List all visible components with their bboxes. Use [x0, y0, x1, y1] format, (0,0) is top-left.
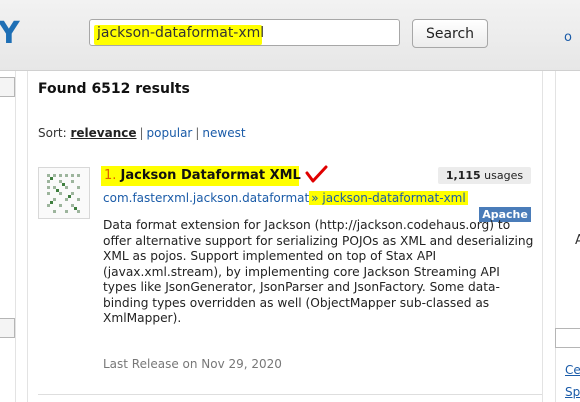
- artifact-highlight: » jackson-dataformat-xml: [309, 191, 468, 205]
- result-index: 1.: [104, 168, 117, 183]
- left-sidebar-box-top[interactable]: [0, 77, 15, 97]
- left-sidebar: [0, 71, 16, 402]
- right-sidebar-link[interactable]: Cen: [565, 363, 580, 377]
- header-right-fragment[interactable]: o: [564, 30, 572, 45]
- results-count: Found 6512 results: [38, 81, 190, 97]
- sort-separator: |: [139, 126, 144, 140]
- sort-bar: Sort: relevance | popular | newest: [38, 126, 246, 140]
- artifact-coordinates: com.fasterxml.jackson.dataformat» jackso…: [103, 191, 468, 205]
- usages-badge: 1,115 usages: [438, 167, 531, 184]
- sort-newest-link[interactable]: newest: [202, 126, 245, 140]
- artifact-logo-icon[interactable]: [38, 167, 90, 219]
- usages-count: 1,115: [445, 169, 481, 182]
- artifact-id-link[interactable]: jackson-dataformat-xml: [322, 191, 465, 205]
- site-logo[interactable]: Y: [0, 16, 20, 51]
- result-title[interactable]: 1. Jackson Dataformat XML: [104, 168, 301, 183]
- header-bar: Y Search o: [0, 0, 580, 71]
- right-column-divider: [542, 71, 543, 402]
- group-id-link[interactable]: com.fasterxml.jackson.dataformat: [103, 191, 309, 205]
- last-release-text: Last Release on Nov 29, 2020: [103, 357, 282, 371]
- column-divider: [27, 71, 28, 402]
- result-description: Data format extension for Jackson (http:…: [103, 218, 534, 325]
- result-divider: [38, 394, 542, 395]
- right-sidebar-input[interactable]: [555, 328, 580, 348]
- left-sidebar-box-bottom[interactable]: [0, 318, 15, 338]
- right-sidebar-letter: A: [575, 233, 580, 248]
- sort-label: Sort:: [38, 126, 67, 140]
- right-sidebar-link[interactable]: Sp: [565, 385, 580, 399]
- sort-popular-link[interactable]: popular: [147, 126, 193, 140]
- search-button[interactable]: Search: [412, 19, 488, 48]
- usages-label: usages: [484, 169, 524, 182]
- search-input[interactable]: [89, 19, 400, 46]
- check-annotation-icon: [305, 165, 328, 183]
- result-title-link[interactable]: Jackson Dataformat XML: [121, 168, 301, 183]
- sort-relevance-link[interactable]: relevance: [70, 126, 136, 140]
- sort-separator: |: [195, 126, 200, 140]
- artifact-separator: »: [311, 191, 319, 205]
